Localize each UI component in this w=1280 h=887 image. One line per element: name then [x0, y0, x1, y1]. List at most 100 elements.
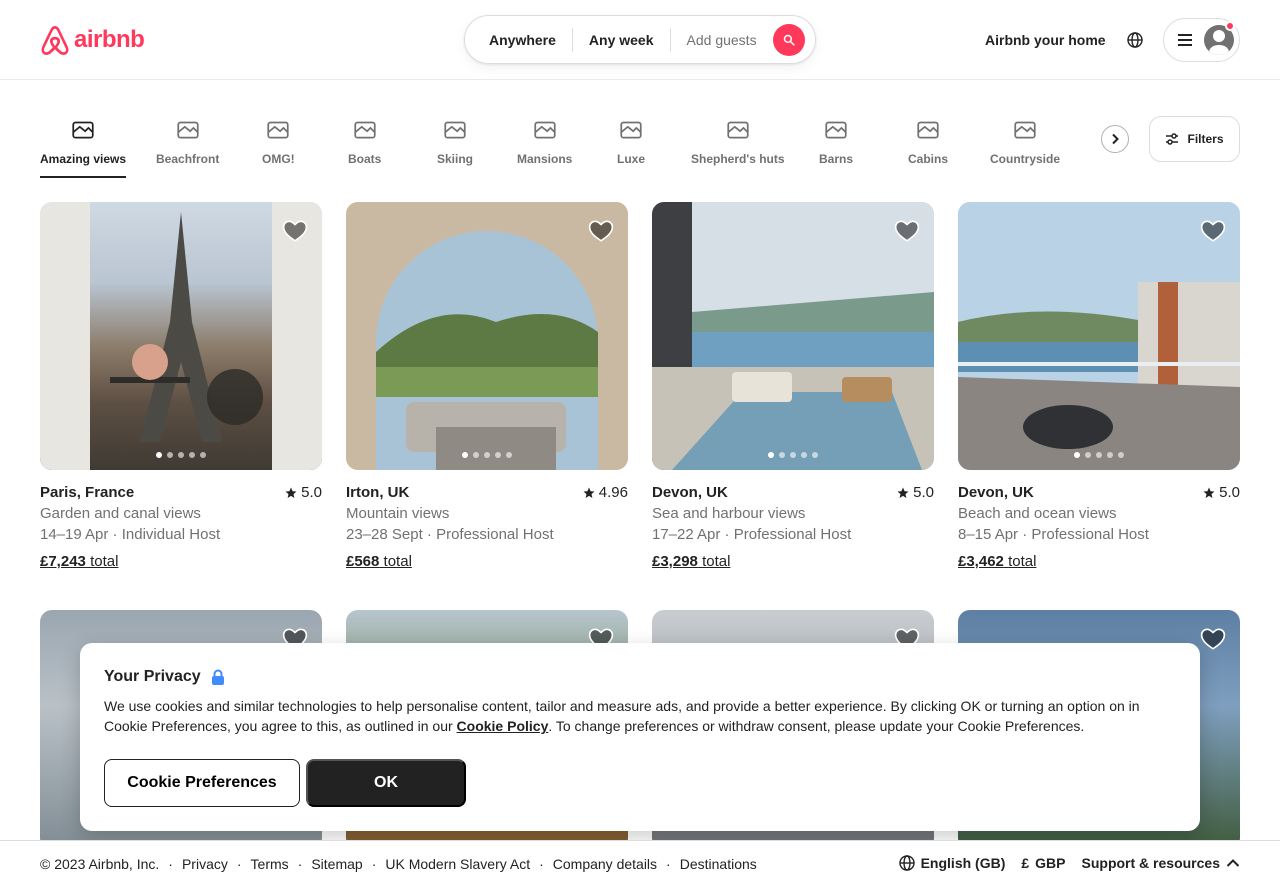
- search-button[interactable]: [772, 23, 805, 56]
- heart-icon[interactable]: [894, 218, 920, 244]
- star-icon: [897, 487, 909, 498]
- category-label: Boats: [348, 152, 382, 166]
- listing-rating-value: 5.0: [301, 484, 322, 501]
- listing-price-value: £3,298: [652, 553, 698, 570]
- currency-label: GBP: [1035, 855, 1066, 871]
- heart-icon[interactable]: [1200, 626, 1226, 652]
- footer-separator: ·: [371, 856, 377, 872]
- listing-rating: 5.0: [897, 484, 934, 501]
- airbnb-logo-icon: [41, 25, 69, 55]
- category-label: Cabins: [908, 152, 949, 166]
- category-countryside[interactable]: Countryside: [990, 112, 1060, 166]
- search-icon: [783, 34, 795, 46]
- listing-title: Devon, UK: [652, 484, 728, 501]
- cabin-icon: [917, 121, 939, 139]
- currency-symbol: £: [1021, 855, 1030, 871]
- footer-separator: ·: [236, 856, 242, 872]
- airbnb-your-home-link[interactable]: Airbnb your home: [985, 32, 1106, 48]
- listing-rating-value: 5.0: [1219, 484, 1240, 501]
- listing-photo-art: [346, 202, 628, 470]
- listing-price[interactable]: £568 total: [346, 553, 412, 570]
- language-selector[interactable]: English (GB): [898, 855, 1006, 871]
- category-omg[interactable]: OMG!: [262, 112, 295, 166]
- category-mansions[interactable]: Mansions: [517, 112, 572, 166]
- listing-rating-value: 4.96: [598, 484, 628, 501]
- amazing-views-icon: [72, 121, 94, 139]
- category-luxe[interactable]: Luxe: [617, 112, 645, 166]
- cookie-title: Your Privacy: [104, 668, 225, 686]
- footer-links: © 2023 Airbnb, Inc. · Privacy · Terms · Sitem…: [40, 856, 757, 872]
- listing-subtitle: Beach and ocean views: [958, 505, 1117, 522]
- shepherds-hut-icon: [727, 121, 749, 139]
- currency-selector[interactable]: £ GBP: [1021, 855, 1065, 871]
- listing-photo-art: [652, 202, 934, 470]
- cookie-title-text: Your Privacy: [104, 668, 201, 685]
- cookie-text: We use cookies and similar technologies …: [104, 696, 1174, 736]
- listing-photo[interactable]: [652, 202, 934, 470]
- hamburger-menu-icon: [1178, 34, 1192, 46]
- cookie-preferences-button[interactable]: Cookie Preferences: [104, 759, 300, 807]
- category-label: Luxe: [617, 152, 646, 166]
- heart-icon[interactable]: [1200, 218, 1226, 244]
- listing-price[interactable]: £7,243 total: [40, 553, 118, 570]
- language-label: English (GB): [920, 855, 1006, 871]
- photo-dots: [346, 452, 628, 458]
- category-bar: Amazing views Beachfront OMG! Boats Skiing Ma…: [40, 112, 1130, 178]
- footer-link-company-details[interactable]: Company details: [553, 856, 657, 872]
- skiing-icon: [444, 121, 466, 139]
- listing-subtitle: Sea and harbour views: [652, 505, 806, 522]
- listing-rating: 4.96: [583, 484, 628, 501]
- lock-icon: [211, 669, 224, 685]
- footer-settings: English (GB) £ GBP Support & resources: [898, 855, 1240, 871]
- search-bar[interactable]: Anywhere Any week Add guests: [464, 15, 816, 64]
- footer-link-destinations[interactable]: Destinations: [680, 856, 757, 872]
- category-label: Barns: [819, 152, 854, 166]
- category-beachfront[interactable]: Beachfront: [156, 112, 219, 166]
- listing-subtitle: Mountain views: [346, 505, 450, 522]
- category-shepherd-s-huts[interactable]: Shepherd's huts: [691, 112, 785, 166]
- listing-photo[interactable]: [958, 202, 1240, 470]
- listing-dates: 8–15 Apr · Professional Host: [958, 526, 1149, 543]
- category-boats[interactable]: Boats: [348, 112, 381, 166]
- heart-icon[interactable]: [282, 218, 308, 244]
- footer-separator: ·: [168, 856, 173, 872]
- footer-link-uk-modern-slavery-act[interactable]: UK Modern Slavery Act: [385, 856, 530, 872]
- listing-price[interactable]: £3,462 total: [958, 553, 1036, 570]
- footer-link-privacy[interactable]: Privacy: [182, 856, 228, 872]
- chevron-up-icon: [1226, 859, 1240, 867]
- category-cabins[interactable]: Cabins: [908, 112, 948, 166]
- filters-button[interactable]: Filters: [1149, 116, 1240, 162]
- listing-photo[interactable]: [346, 202, 628, 470]
- search-add-guests[interactable]: Add guests: [671, 32, 769, 48]
- footer-separator: ·: [666, 856, 671, 872]
- cookie-policy-link[interactable]: Cookie Policy: [457, 718, 549, 734]
- footer-link-sitemap[interactable]: Sitemap: [311, 856, 362, 872]
- listing-price-suffix: total: [702, 553, 731, 570]
- listing-price[interactable]: £3,298 total: [652, 553, 730, 570]
- cookie-ok-button[interactable]: OK: [306, 759, 466, 807]
- barn-icon: [825, 121, 847, 139]
- heart-icon[interactable]: [588, 218, 614, 244]
- footer-link-terms[interactable]: Terms: [251, 856, 289, 872]
- category-label: OMG!: [262, 152, 295, 166]
- category-barns[interactable]: Barns: [819, 112, 853, 166]
- listing-subtitle: Garden and canal views: [40, 505, 201, 522]
- listing-photo[interactable]: [40, 202, 322, 470]
- category-label: Amazing views: [40, 152, 127, 166]
- chevron-right-icon: [1112, 133, 1119, 145]
- search-any-week[interactable]: Any week: [573, 32, 670, 48]
- listing-price-value: £568: [346, 553, 380, 570]
- filters-icon: [1166, 133, 1179, 145]
- category-label: Skiing: [437, 152, 474, 166]
- language-globe-button[interactable]: [1124, 29, 1146, 51]
- search-anywhere[interactable]: Anywhere: [465, 32, 572, 48]
- listing-title: Irton, UK: [346, 484, 410, 501]
- category-amazing-views[interactable]: Amazing views: [40, 112, 127, 178]
- airbnb-logo[interactable]: airbnb: [40, 24, 145, 56]
- support-resources-button[interactable]: Support & resources: [1082, 855, 1240, 871]
- listing-price-value: £3,462: [958, 553, 1004, 570]
- category-skiing[interactable]: Skiing: [437, 112, 473, 166]
- listing-rating: 5.0: [1203, 484, 1240, 501]
- cookie-banner: Your Privacy We use cookies and similar …: [80, 643, 1200, 831]
- category-next-button[interactable]: [1101, 125, 1129, 153]
